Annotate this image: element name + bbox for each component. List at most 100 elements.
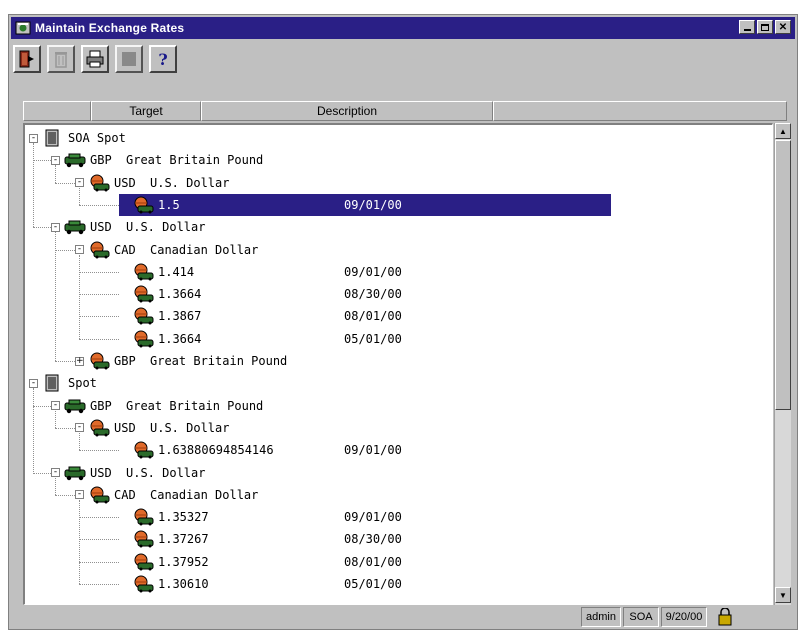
- tree-node-currency[interactable]: - USD U.S. Dollar: [51, 216, 205, 238]
- scroll-up-button[interactable]: ▲: [775, 123, 791, 139]
- target-code: GBP: [114, 354, 136, 368]
- print-button[interactable]: [81, 45, 109, 73]
- tree-connector: [79, 254, 80, 339]
- rate-date: 09/01/00: [344, 197, 402, 212]
- tree-node-rate[interactable]: 1.5 09/01/00: [119, 193, 611, 216]
- stop-icon: [122, 52, 136, 66]
- tree-node-rate[interactable]: 1.3664 05/01/00: [119, 328, 402, 350]
- collapse-icon[interactable]: -: [51, 222, 60, 232]
- tree-node-rate[interactable]: 1.30610 05/01/00: [119, 573, 402, 595]
- collapse-icon[interactable]: -: [75, 245, 84, 254]
- up-arrow-icon: ▲: [779, 126, 787, 136]
- scroll-down-button[interactable]: ▼: [775, 587, 791, 603]
- stop-button[interactable]: [115, 45, 143, 73]
- rate-date: 05/01/00: [344, 331, 402, 346]
- collapse-icon[interactable]: -: [51, 155, 60, 165]
- exit-button[interactable]: [13, 45, 41, 73]
- tree-connector: [79, 499, 80, 584]
- expand-icon[interactable]: +: [75, 356, 84, 366]
- rate-icon: [134, 530, 154, 548]
- column-header-blank-1[interactable]: [23, 101, 91, 121]
- currency-code: USD: [90, 220, 112, 235]
- minimize-button[interactable]: [739, 20, 755, 34]
- rate-icon: [134, 441, 154, 459]
- target-code: USD: [114, 420, 136, 435]
- column-header-target[interactable]: Target: [91, 101, 201, 121]
- rate-date: 08/01/00: [344, 309, 402, 324]
- tree-connector: [55, 410, 56, 428]
- tree-node-rate[interactable]: 1.414 09/01/00: [119, 261, 402, 283]
- delete-button[interactable]: [47, 45, 75, 73]
- rate-value: 1.37267: [158, 532, 209, 547]
- tree-node-rate[interactable]: 1.37952 08/01/00: [119, 551, 402, 573]
- maximize-button[interactable]: [757, 20, 773, 34]
- tree-node-currency[interactable]: - USD U.S. Dollar: [51, 462, 205, 484]
- tree-connector: [33, 405, 51, 407]
- tree-node-currency[interactable]: - GBP Great Britain Pound: [51, 395, 263, 417]
- exchange-rate-tree[interactable]: - SOA Spot - GBP Great Britain Pound - USD U.S.…: [23, 123, 773, 605]
- rate-value: 1.30610: [158, 577, 209, 591]
- tree-node-rate[interactable]: 1.37267 08/30/00: [119, 528, 402, 550]
- tree-node-rate[interactable]: 1.35327 09/01/00: [119, 506, 402, 528]
- tree-connector: [55, 361, 75, 362]
- target-desc: U.S. Dollar: [150, 175, 230, 190]
- folder-icon: [45, 374, 59, 392]
- target-code: CAD: [114, 487, 136, 502]
- tree-connector: [33, 472, 51, 474]
- column-header-blank-2[interactable]: [493, 101, 787, 121]
- collapse-icon[interactable]: -: [29, 133, 38, 143]
- tree-node-currency[interactable]: - GBP Great Britain Pound: [51, 149, 263, 171]
- rate-value: 1.35327: [158, 510, 209, 525]
- tree-node-group[interactable]: - Spot: [29, 372, 97, 394]
- tree-connector: [55, 165, 56, 183]
- tree-node-target[interactable]: - CAD Canadian Dollar: [75, 484, 258, 506]
- maximize-icon: [761, 23, 769, 31]
- status-bar: admin SOA 9/20/00: [9, 605, 799, 631]
- currency-desc: U.S. Dollar: [126, 220, 206, 235]
- collapse-icon[interactable]: -: [75, 178, 84, 188]
- tree-connector: [79, 450, 119, 452]
- rate-icon: [134, 263, 154, 281]
- target-currency-icon: [90, 174, 110, 192]
- tree-node-target[interactable]: - USD U.S. Dollar: [75, 172, 229, 194]
- rate-icon: [134, 196, 154, 214]
- rate-value: 1.3664: [158, 287, 202, 302]
- tree-node-rate[interactable]: 1.3664 08/30/00: [119, 283, 402, 305]
- tree-connector: [55, 232, 56, 361]
- scroll-thumb[interactable]: [775, 140, 791, 410]
- rate-value: 1.37952: [158, 554, 209, 569]
- rate-date: 08/30/00: [344, 532, 402, 547]
- collapse-icon[interactable]: -: [29, 378, 38, 388]
- target-desc: Great Britain Pound: [150, 354, 288, 368]
- rate-icon: [134, 307, 154, 325]
- tree-node-target[interactable]: - CAD Canadian Dollar: [75, 239, 258, 261]
- rate-icon: [134, 285, 154, 303]
- tree-connector: [55, 182, 75, 184]
- rate-date: 08/30/00: [344, 287, 402, 302]
- collapse-icon[interactable]: -: [75, 423, 84, 433]
- currency-code: GBP: [90, 398, 112, 413]
- tree-connector: [55, 249, 75, 251]
- tree-connector: [79, 584, 119, 585]
- tree-node-target[interactable]: - USD U.S. Dollar: [75, 417, 229, 439]
- target-code: CAD: [114, 242, 136, 257]
- tree-node-rate[interactable]: 1.63880694854146 09/01/00: [119, 439, 402, 461]
- tree-connector: [79, 338, 119, 340]
- rate-icon: [134, 553, 154, 571]
- collapse-icon[interactable]: -: [75, 490, 84, 500]
- tree-node-rate[interactable]: 1.3867 08/01/00: [119, 305, 402, 327]
- title-bar[interactable]: Maintain Exchange Rates ✕: [11, 17, 795, 39]
- tree-node-group[interactable]: - SOA Spot: [29, 127, 126, 149]
- folder-icon: [45, 129, 59, 147]
- tree-connector: [79, 204, 119, 206]
- status-date: 9/20/00: [661, 607, 707, 627]
- column-header-description[interactable]: Description: [201, 101, 493, 121]
- collapse-icon[interactable]: -: [51, 468, 60, 477]
- currency-icon: [64, 399, 86, 413]
- close-button[interactable]: ✕: [775, 20, 791, 34]
- vertical-scrollbar[interactable]: ▲ ▼: [774, 123, 791, 605]
- help-button[interactable]: ?: [149, 45, 177, 73]
- tree-node-target[interactable]: + GBP Great Britain Pound: [75, 350, 287, 372]
- collapse-icon[interactable]: -: [51, 401, 60, 411]
- lock-icon: [718, 608, 732, 626]
